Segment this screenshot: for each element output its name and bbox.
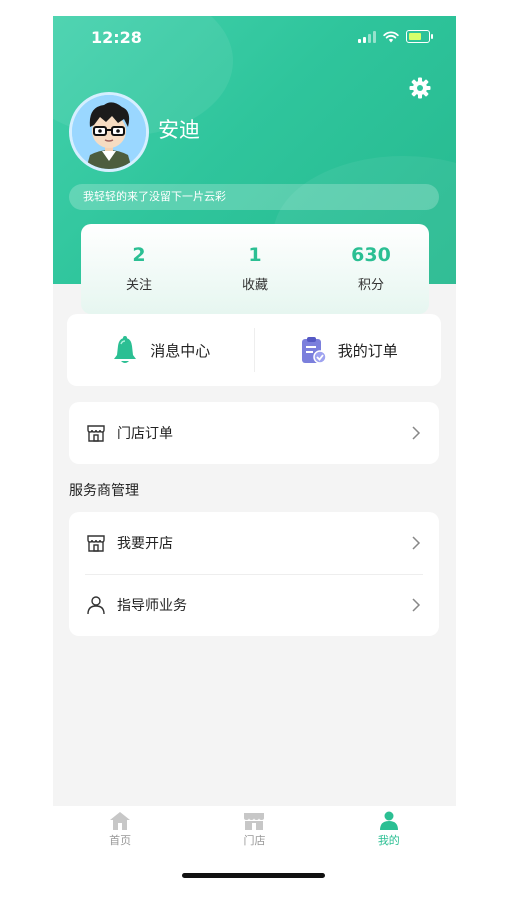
username: 安迪 [158, 118, 200, 142]
stat-label: 积分 [357, 278, 384, 293]
store-icon [244, 813, 265, 830]
avatar[interactable] [69, 92, 149, 172]
stat-value: 1 [248, 244, 262, 266]
tab-label: 首页 [109, 834, 132, 847]
mentor-business-label: 指导师业务 [117, 598, 187, 614]
tab-label: 我的 [377, 834, 400, 847]
status-icons [358, 30, 433, 43]
chevron-right-icon [412, 536, 421, 550]
chevron-right-icon [412, 598, 421, 612]
store-icon [85, 422, 107, 444]
clipboard-order-icon [301, 337, 327, 364]
person-icon [379, 811, 398, 830]
tab-store[interactable]: 门店 [187, 806, 321, 856]
stat-label: 关注 [125, 278, 152, 293]
home-indicator [182, 873, 325, 878]
store-orders-row[interactable]: 门店订单 [69, 402, 439, 464]
chevron-right-icon [412, 426, 421, 440]
stat-follow[interactable]: 2 关注 [81, 224, 197, 314]
tab-home[interactable]: 首页 [53, 806, 187, 856]
stats-card: 2 关注 1 收藏 630 积分 [81, 224, 429, 314]
message-center-button[interactable]: 消息中心 [67, 314, 254, 386]
open-store-row[interactable]: 我要开店 [69, 512, 439, 574]
open-store-label: 我要开店 [117, 536, 173, 552]
status-time: 12:28 [91, 28, 142, 47]
wifi-icon [383, 30, 399, 42]
bell-icon [114, 336, 137, 363]
stat-value: 630 [351, 244, 391, 266]
store-orders-label: 门店订单 [117, 426, 173, 442]
store-orders-card: 门店订单 [69, 402, 439, 464]
stat-label: 收藏 [241, 278, 268, 293]
settings-gear-icon[interactable] [408, 76, 432, 100]
avatar-cartoon-icon [72, 95, 146, 169]
tab-mine[interactable]: 我的 [322, 806, 456, 856]
store-icon [85, 532, 107, 554]
signal-icon [358, 30, 376, 43]
phone-screen: 12:28 安迪 我轻轻的来了没留下一片云彩 2 关注 1 收藏 630 积分 … [53, 16, 456, 806]
quick-actions-card: 消息中心 我的订单 [67, 314, 441, 386]
service-section-title: 服务商管理 [69, 483, 139, 499]
stat-points[interactable]: 630 积分 [313, 224, 429, 314]
mentor-business-row[interactable]: 指导师业务 [69, 574, 439, 636]
signature-text: 我轻轻的来了没留下一片云彩 [69, 184, 439, 210]
bottom-tab-bar: 首页 门店 我的 [53, 806, 456, 856]
home-icon [110, 812, 131, 830]
battery-icon [406, 30, 433, 43]
stat-favorites[interactable]: 1 收藏 [197, 224, 313, 314]
stat-value: 2 [132, 244, 146, 266]
message-center-label: 消息中心 [150, 341, 211, 360]
person-icon [85, 594, 107, 616]
my-orders-label: 我的订单 [337, 341, 398, 360]
service-card: 我要开店 指导师业务 [69, 512, 439, 636]
my-orders-button[interactable]: 我的订单 [255, 314, 442, 386]
tab-label: 门店 [243, 834, 266, 847]
